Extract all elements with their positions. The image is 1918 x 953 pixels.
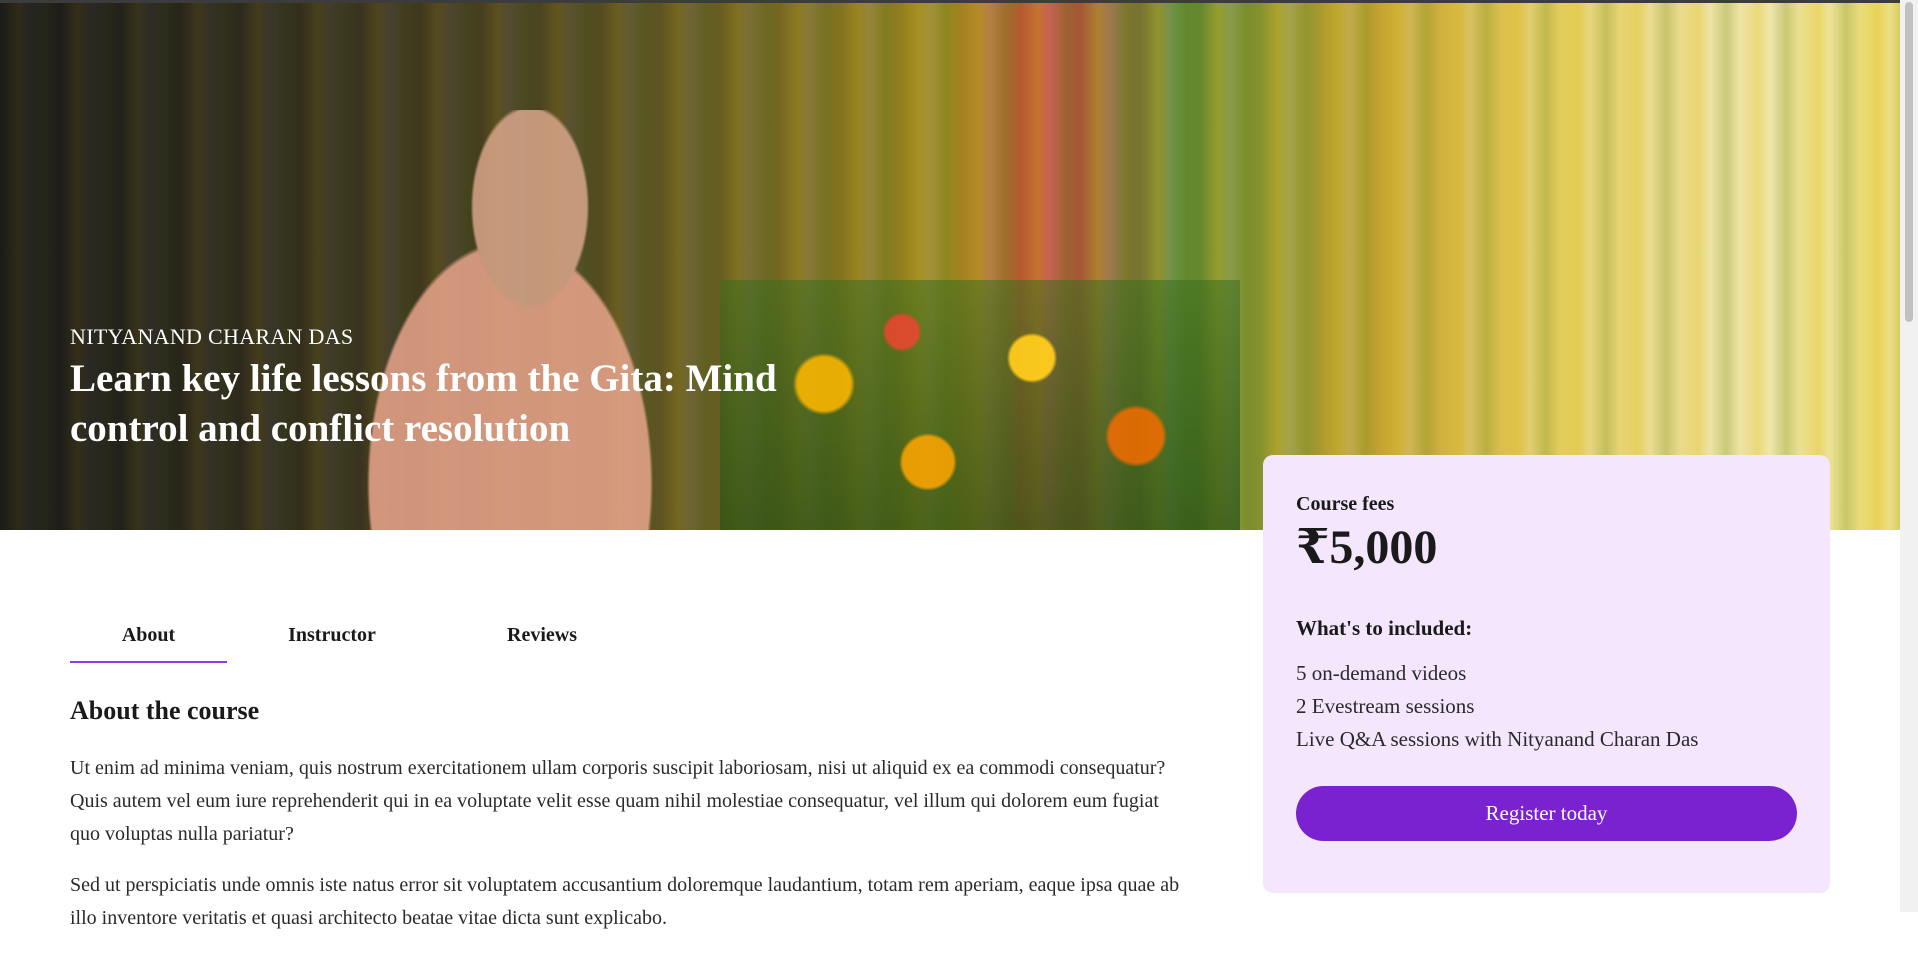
fee-label: Course fees (1296, 493, 1395, 515)
included-title: What's to included: (1296, 616, 1473, 640)
included-item: 2 Evestream sessions (1296, 694, 1475, 718)
included-item: Live Q&A sessions with Nityanand Charan … (1296, 727, 1699, 751)
tab-instructor[interactable]: Instructor (232, 612, 432, 663)
register-button[interactable]: Register today (1296, 786, 1797, 841)
course-title: Learn key life lessons from the Gita: Mi… (70, 357, 777, 450)
page-scrollbar[interactable] (1900, 0, 1918, 912)
scrollbar-thumb[interactable] (1905, 2, 1913, 322)
included-item: 5 on-demand videos (1296, 661, 1467, 685)
about-paragraph: Ut enim ad minima veniam, quis nostrum e… (70, 757, 1166, 845)
hero-text: NITYANAND CHARAN DAS Learn key life less… (70, 324, 890, 454)
instructor-name: NITYANAND CHARAN DAS (70, 324, 354, 349)
tab-about[interactable]: About (70, 612, 227, 663)
fee-price: ₹5,000 (1296, 521, 1438, 574)
about-section: About the course Ut enim ad minima venia… (70, 696, 1180, 953)
about-heading: About the course (70, 696, 260, 725)
included-list: 5 on-demand videos 2 Evestream sessions … (1296, 657, 1797, 756)
tab-reviews[interactable]: Reviews (457, 612, 627, 663)
course-fee-card: Course fees ₹5,000 What's to included: 5… (1263, 455, 1830, 893)
hero-banner: NITYANAND CHARAN DAS Learn key life less… (0, 0, 1900, 530)
about-paragraph: Sed ut perspiciatis unde omnis iste natu… (70, 874, 1180, 929)
hero-speaker-image (330, 110, 730, 530)
course-tabs: About Instructor Reviews (70, 612, 627, 663)
